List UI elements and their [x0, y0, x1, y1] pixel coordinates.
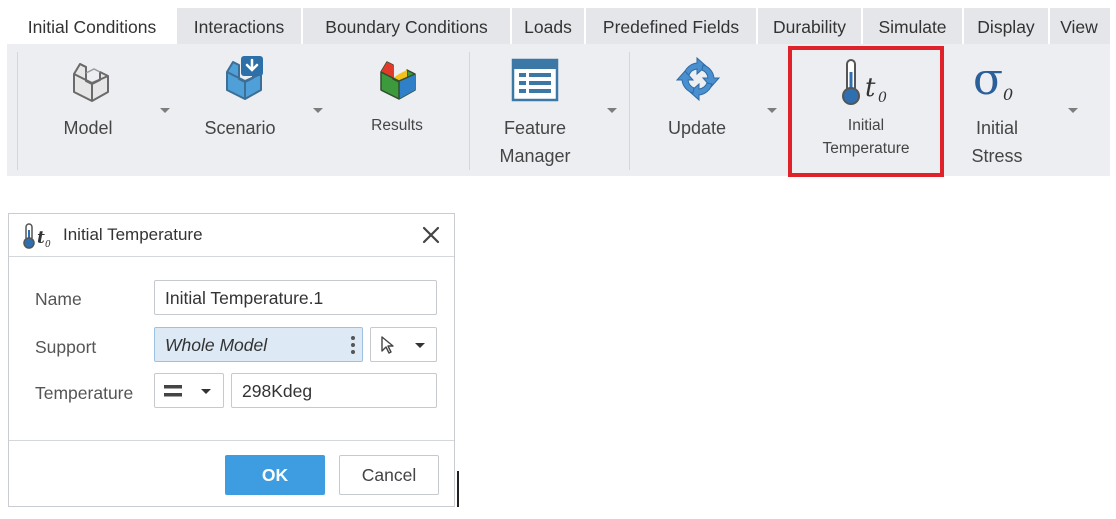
model-part-icon	[73, 63, 109, 102]
sigma-icon: σ 0	[973, 56, 1013, 105]
ribbon-separator	[629, 52, 630, 170]
results-icon	[380, 61, 416, 100]
scenario-icon	[226, 56, 263, 100]
scenario-dropdown-caret[interactable]	[313, 108, 323, 113]
ribbon-separator	[469, 52, 470, 170]
tab-display[interactable]: Display	[964, 8, 1050, 44]
feature-manager-label-1: Feature	[503, 118, 567, 138]
thermometer-icon: t 0	[842, 59, 887, 106]
support-value: Whole Model	[165, 335, 268, 355]
initial-stress-button[interactable]: σ 0 Initial Stress	[959, 44, 1035, 176]
tab-simulate[interactable]: Simulate	[863, 8, 964, 44]
ribbon-panel: Model Scenario Results Feature Manager U…	[7, 44, 1110, 176]
dialog-title-bar: t 0 Initial Temperature	[9, 214, 454, 256]
feature-manager-button[interactable]: Feature Manager	[489, 44, 581, 176]
svg-text:t: t	[865, 73, 876, 103]
initial-temperature-label-1: Initial	[847, 117, 885, 134]
feature-manager-dropdown-caret[interactable]	[607, 108, 617, 113]
scenario-label: Scenario	[204, 118, 276, 138]
initial-temperature-button[interactable]: t 0 Initial Temperature	[794, 44, 938, 176]
feature-manager-icon	[511, 58, 559, 102]
scenario-button[interactable]: Scenario	[187, 44, 293, 176]
ribbon-tab-bar: Initial Conditions Interactions Boundary…	[7, 8, 1110, 44]
close-icon[interactable]	[418, 222, 444, 248]
svg-text:0: 0	[1003, 85, 1013, 104]
update-label: Update	[667, 118, 727, 138]
svg-text:0: 0	[878, 90, 887, 106]
tab-initial-conditions[interactable]: Initial Conditions	[7, 8, 177, 44]
initial-stress-label-1: Initial	[975, 118, 1019, 138]
name-field[interactable]: Initial Temperature.1	[154, 280, 437, 315]
model-dropdown-caret[interactable]	[160, 108, 170, 113]
more-options-icon[interactable]	[350, 335, 356, 355]
ribbon-separator	[17, 52, 18, 170]
update-button[interactable]: Update	[649, 44, 745, 176]
results-button[interactable]: Results	[350, 44, 444, 176]
svg-text:t: t	[37, 228, 45, 248]
equals-icon	[164, 385, 182, 397]
tab-view[interactable]: View	[1050, 8, 1108, 44]
selection-mode-dropdown[interactable]	[370, 327, 437, 362]
ribbon-separator	[788, 52, 789, 170]
tab-predefined-fields[interactable]: Predefined Fields	[586, 8, 758, 44]
chevron-down-icon	[415, 343, 425, 348]
initial-stress-dropdown-caret[interactable]	[1068, 108, 1078, 113]
temperature-field[interactable]: 298Kdeg	[231, 373, 437, 408]
dialog-form: Name Initial Temperature.1 Support Whole…	[9, 256, 454, 441]
tab-interactions[interactable]: Interactions	[177, 8, 303, 44]
temperature-value: 298Kdeg	[242, 381, 313, 401]
model-label: Model	[63, 118, 113, 138]
svg-text:0: 0	[45, 240, 51, 249]
ok-button[interactable]: OK	[225, 455, 325, 495]
name-value: Initial Temperature.1	[165, 288, 324, 308]
results-label: Results	[371, 117, 423, 134]
tab-loads[interactable]: Loads	[512, 8, 586, 44]
feature-manager-label-2: Manager	[499, 146, 571, 166]
tab-boundary-conditions[interactable]: Boundary Conditions	[303, 8, 512, 44]
initial-temperature-label-2: Temperature	[822, 140, 910, 157]
dialog-title: Initial Temperature	[63, 225, 203, 244]
support-field[interactable]: Whole Model	[154, 327, 363, 362]
condition-operator-dropdown[interactable]	[154, 373, 224, 408]
chevron-down-icon	[201, 389, 211, 394]
model-button[interactable]: Model	[35, 44, 141, 176]
initial-temperature-dialog: t 0 Initial Temperature Name Initial Tem…	[8, 213, 455, 507]
name-label: Name	[35, 289, 82, 309]
select-cursor-icon	[381, 336, 394, 354]
temperature-label: Temperature	[35, 383, 134, 403]
tab-durability[interactable]: Durability	[758, 8, 863, 44]
update-icon	[675, 56, 721, 102]
update-dropdown-caret[interactable]	[767, 108, 777, 113]
cancel-button[interactable]: Cancel	[339, 455, 439, 495]
initial-stress-label-2: Stress	[971, 146, 1023, 166]
text-cursor	[457, 471, 459, 507]
thermometer-icon: t 0	[23, 223, 51, 249]
svg-text:σ: σ	[973, 56, 1003, 105]
support-label: Support	[35, 337, 97, 357]
